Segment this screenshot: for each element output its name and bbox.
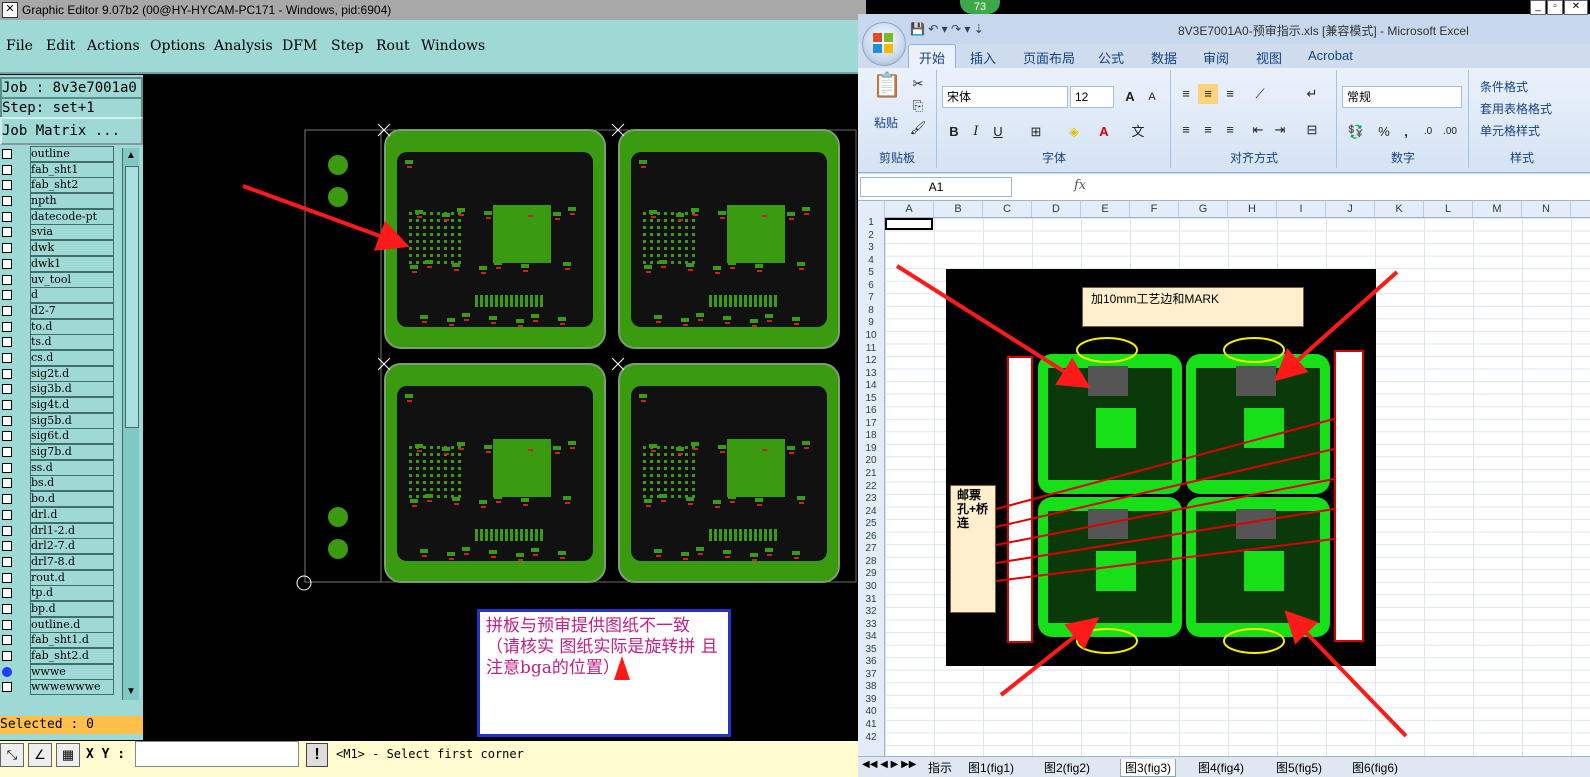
- arrow-bga: [242, 184, 410, 251]
- note-caret: [614, 656, 630, 680]
- arrow-img-tl: [895, 264, 1091, 389]
- arrow-img-br: [1284, 610, 1408, 738]
- arrow-img-bl: [999, 617, 1100, 697]
- arrow-img-tr: [1274, 270, 1399, 382]
- annotation-arrows: [242, 184, 1408, 738]
